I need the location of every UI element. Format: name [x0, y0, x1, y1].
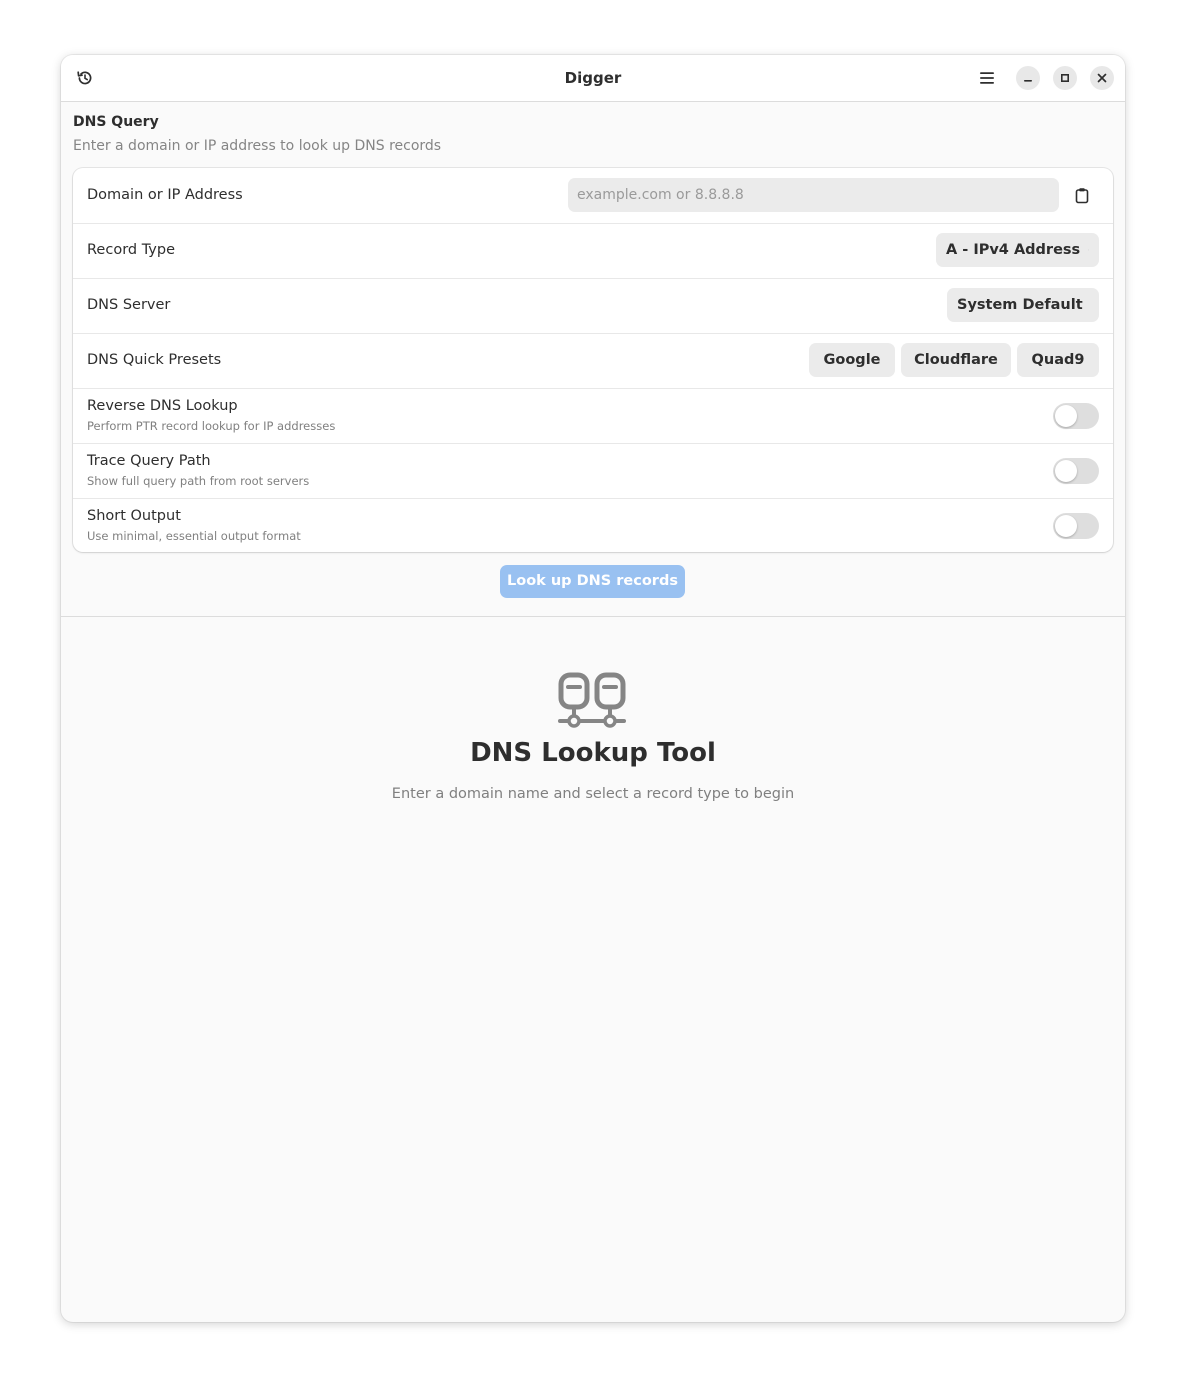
record-type-value: A - IPv4 Address	[946, 242, 1081, 258]
domain-input[interactable]	[568, 178, 1059, 212]
maximize-icon	[1060, 73, 1070, 83]
record-type-row: Record Type A - IPv4 Address	[73, 223, 1113, 279]
record-type-label: Record Type	[87, 242, 176, 258]
query-settings-card: Domain or IP Address Record Type A - IPv…	[73, 168, 1113, 552]
status-description: Enter a domain name and select a record …	[391, 786, 795, 802]
dns-server-label: DNS Server	[87, 297, 171, 313]
minimize-button[interactable]	[1016, 66, 1040, 90]
domain-label: Domain or IP Address	[87, 187, 243, 203]
dns-network-icon	[558, 672, 626, 728]
trace-path-switch[interactable]	[1053, 458, 1099, 484]
header-bar: Digger	[61, 55, 1125, 102]
reverse-dns-row: Reverse DNS Lookup Perform PTR record lo…	[73, 388, 1113, 444]
hamburger-menu-icon	[980, 72, 994, 84]
dns-server-value: System Default	[957, 297, 1083, 313]
clipboard-icon	[1075, 187, 1089, 203]
lookup-button[interactable]: Look up DNS records	[500, 565, 685, 598]
dns-server-row: DNS Server System Default	[73, 278, 1113, 334]
short-output-subtitle: Use minimal, essential output format	[87, 529, 301, 543]
paste-button[interactable]	[1067, 181, 1097, 209]
close-button[interactable]	[1090, 66, 1114, 90]
switch-knob	[1055, 515, 1077, 537]
reverse-dns-switch[interactable]	[1053, 403, 1099, 429]
section-subtitle: Enter a domain or IP address to look up …	[73, 138, 442, 154]
preset-quad9-button[interactable]: Quad9	[1017, 343, 1099, 377]
record-type-dropdown[interactable]: A - IPv4 Address	[936, 233, 1099, 267]
dns-presets-label: DNS Quick Presets	[87, 352, 222, 368]
short-output-row: Short Output Use minimal, essential outp…	[73, 498, 1113, 553]
reverse-dns-title: Reverse DNS Lookup	[87, 398, 238, 414]
divider	[61, 616, 1125, 617]
close-icon	[1097, 73, 1107, 83]
dns-server-dropdown[interactable]: System Default	[947, 288, 1099, 322]
preset-google-button[interactable]: Google	[809, 343, 895, 377]
reverse-dns-subtitle: Perform PTR record lookup for IP address…	[87, 419, 336, 433]
section-title: DNS Query	[73, 114, 159, 130]
maximize-button[interactable]	[1053, 66, 1077, 90]
minimize-icon	[1024, 80, 1032, 82]
trace-path-subtitle: Show full query path from root servers	[87, 474, 310, 488]
dns-presets-row: DNS Quick Presets Google Cloudflare Quad…	[73, 333, 1113, 389]
domain-row: Domain or IP Address	[73, 168, 1113, 224]
trace-path-title: Trace Query Path	[87, 453, 211, 469]
status-title: DNS Lookup Tool	[470, 738, 716, 768]
switch-knob	[1055, 460, 1077, 482]
short-output-switch[interactable]	[1053, 513, 1099, 539]
app-window: Digger DNS Query Enter a domain or IP ad…	[61, 55, 1125, 1322]
short-output-title: Short Output	[87, 508, 181, 524]
switch-knob	[1055, 405, 1077, 427]
main-menu-button[interactable]	[975, 66, 999, 90]
trace-path-row: Trace Query Path Show full query path fr…	[73, 443, 1113, 499]
window-title: Digger	[564, 69, 622, 87]
preset-cloudflare-button[interactable]: Cloudflare	[901, 343, 1011, 377]
chevron-down-icon	[1088, 249, 1089, 251]
